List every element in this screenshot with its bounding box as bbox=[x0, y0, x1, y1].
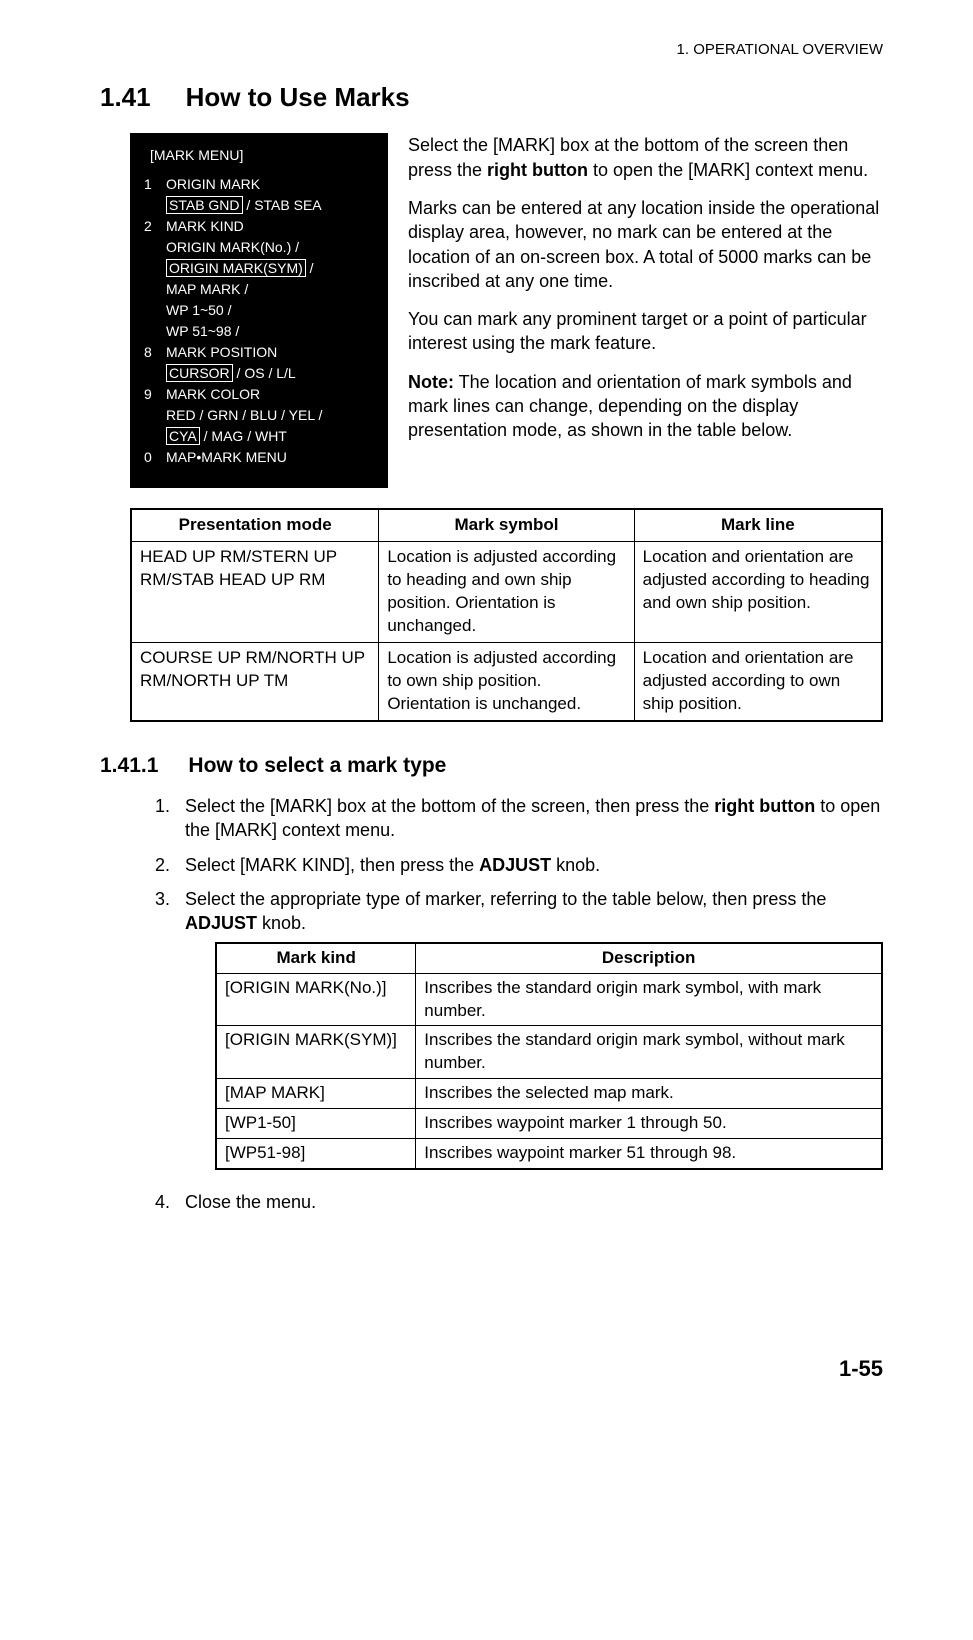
menu-item-num: 2 bbox=[144, 216, 166, 342]
table-row: [ORIGIN MARK(SYM)]Inscribes the standard… bbox=[216, 1026, 882, 1079]
page-number: 1-55 bbox=[100, 1354, 883, 1384]
menu-item-num: 1 bbox=[144, 174, 166, 216]
table-row: COURSE UP RM/NORTH UP RM/NORTH UP TM Loc… bbox=[131, 643, 882, 721]
table-cell: Inscribes the selected map mark. bbox=[416, 1079, 882, 1109]
menu-item-0: 0 MAP•MARK MENU bbox=[144, 447, 374, 468]
section-title: How to Use Marks bbox=[186, 80, 410, 115]
section-number: 1.41 bbox=[100, 80, 151, 115]
table-header: Presentation mode bbox=[131, 509, 379, 541]
step-item: Close the menu. bbox=[155, 1190, 883, 1214]
table-cell: Inscribes waypoint marker 51 through 98. bbox=[416, 1139, 882, 1169]
paragraph: You can mark any prominent target or a p… bbox=[408, 307, 883, 356]
table-cell: Inscribes the standard origin mark symbo… bbox=[416, 1026, 882, 1079]
table-cell: Inscribes the standard origin mark symbo… bbox=[416, 973, 882, 1026]
menu-item-selected: CURSOR bbox=[166, 364, 233, 382]
table-row: [WP1-50]Inscribes waypoint marker 1 thro… bbox=[216, 1109, 882, 1139]
menu-item-line: MAP MARK / bbox=[166, 281, 248, 297]
step-item: Select [MARK KIND], then press the ADJUS… bbox=[155, 853, 883, 877]
step-item: Select the appropriate type of marker, r… bbox=[155, 887, 883, 1170]
step-item: Select the [MARK] box at the bottom of t… bbox=[155, 794, 883, 843]
menu-item-9: 9 MARK COLOR RED / GRN / BLU / YEL / CYA… bbox=[144, 384, 374, 447]
table-header: Mark symbol bbox=[379, 509, 634, 541]
table-header: Mark kind bbox=[216, 943, 416, 973]
presentation-mode-table: Presentation mode Mark symbol Mark line … bbox=[130, 508, 883, 722]
mark-kind-table: Mark kind Description [ORIGIN MARK(No.)]… bbox=[215, 942, 883, 1171]
steps-list: Select the [MARK] box at the bottom of t… bbox=[155, 794, 883, 1214]
table-cell: Inscribes waypoint marker 1 through 50. bbox=[416, 1109, 882, 1139]
table-header-row: Mark kind Description bbox=[216, 943, 882, 973]
table-header-row: Presentation mode Mark symbol Mark line bbox=[131, 509, 882, 541]
subsection-title: How to select a mark type bbox=[188, 752, 446, 780]
paragraph: Select the [MARK] box at the bottom of t… bbox=[408, 133, 883, 182]
table-cell: Location and orientation are adjusted ac… bbox=[634, 643, 882, 721]
menu-item-line: RED / GRN / BLU / YEL / bbox=[166, 407, 322, 423]
menu-item-line: WP 51~98 / bbox=[166, 323, 239, 339]
menu-item-num: 9 bbox=[144, 384, 166, 447]
table-cell: [ORIGIN MARK(No.)] bbox=[216, 973, 416, 1026]
menu-item-label: MAP•MARK MENU bbox=[166, 447, 287, 468]
menu-item-label: MARK POSITION bbox=[166, 344, 277, 360]
table-cell: [WP1-50] bbox=[216, 1109, 416, 1139]
table-header: Mark line bbox=[634, 509, 882, 541]
intro-paragraphs: Select the [MARK] box at the bottom of t… bbox=[408, 133, 883, 488]
menu-item-selected: CYA bbox=[166, 427, 200, 445]
mark-menu-title: [MARK MENU] bbox=[150, 145, 374, 166]
menu-item-line: WP 1~50 / bbox=[166, 302, 232, 318]
table-cell: Location and orientation are adjusted ac… bbox=[634, 542, 882, 643]
table-cell: [MAP MARK] bbox=[216, 1079, 416, 1109]
table-header: Description bbox=[416, 943, 882, 973]
table-row: HEAD UP RM/STERN UP RM/STAB HEAD UP RM L… bbox=[131, 542, 882, 643]
menu-item-label: MARK KIND bbox=[166, 218, 244, 234]
table-row: [WP51-98]Inscribes waypoint marker 51 th… bbox=[216, 1139, 882, 1169]
menu-item-1: 1 ORIGIN MARK STAB GND / STAB SEA bbox=[144, 174, 374, 216]
menu-item-rest: / STAB SEA bbox=[243, 197, 322, 213]
table-row: [ORIGIN MARK(No.)]Inscribes the standard… bbox=[216, 973, 882, 1026]
table-cell: HEAD UP RM/STERN UP RM/STAB HEAD UP RM bbox=[131, 542, 379, 643]
menu-item-rest: / OS / L/L bbox=[233, 365, 296, 381]
table-cell: Location is adjusted according to own sh… bbox=[379, 643, 634, 721]
menu-item-rest: / bbox=[306, 260, 314, 276]
menu-item-line: ORIGIN MARK(No.) / bbox=[166, 239, 299, 255]
menu-item-8: 8 MARK POSITION CURSOR / OS / L/L bbox=[144, 342, 374, 384]
mark-menu-box: [MARK MENU] 1 ORIGIN MARK STAB GND / STA… bbox=[130, 133, 388, 488]
section-heading: 1.41 How to Use Marks bbox=[100, 80, 883, 115]
menu-item-num: 8 bbox=[144, 342, 166, 384]
menu-item-label: ORIGIN MARK bbox=[166, 176, 260, 192]
table-cell: [WP51-98] bbox=[216, 1139, 416, 1169]
chapter-header: 1. OPERATIONAL OVERVIEW bbox=[100, 40, 883, 60]
paragraph: Note: The location and orientation of ma… bbox=[408, 370, 883, 443]
menu-item-label: MARK COLOR bbox=[166, 386, 260, 402]
paragraph: Marks can be entered at any location ins… bbox=[408, 196, 883, 293]
table-cell: [ORIGIN MARK(SYM)] bbox=[216, 1026, 416, 1079]
menu-item-num: 0 bbox=[144, 447, 166, 468]
table-row: [MAP MARK]Inscribes the selected map mar… bbox=[216, 1079, 882, 1109]
menu-item-2: 2 MARK KIND ORIGIN MARK(No.) / ORIGIN MA… bbox=[144, 216, 374, 342]
subsection-number: 1.41.1 bbox=[100, 752, 158, 780]
menu-item-selected: ORIGIN MARK(SYM) bbox=[166, 259, 306, 277]
menu-item-selected: STAB GND bbox=[166, 196, 243, 214]
table-cell: COURSE UP RM/NORTH UP RM/NORTH UP TM bbox=[131, 643, 379, 721]
menu-item-rest: / MAG / WHT bbox=[200, 428, 287, 444]
subsection-heading: 1.41.1 How to select a mark type bbox=[100, 752, 883, 780]
table-cell: Location is adjusted according to headin… bbox=[379, 542, 634, 643]
